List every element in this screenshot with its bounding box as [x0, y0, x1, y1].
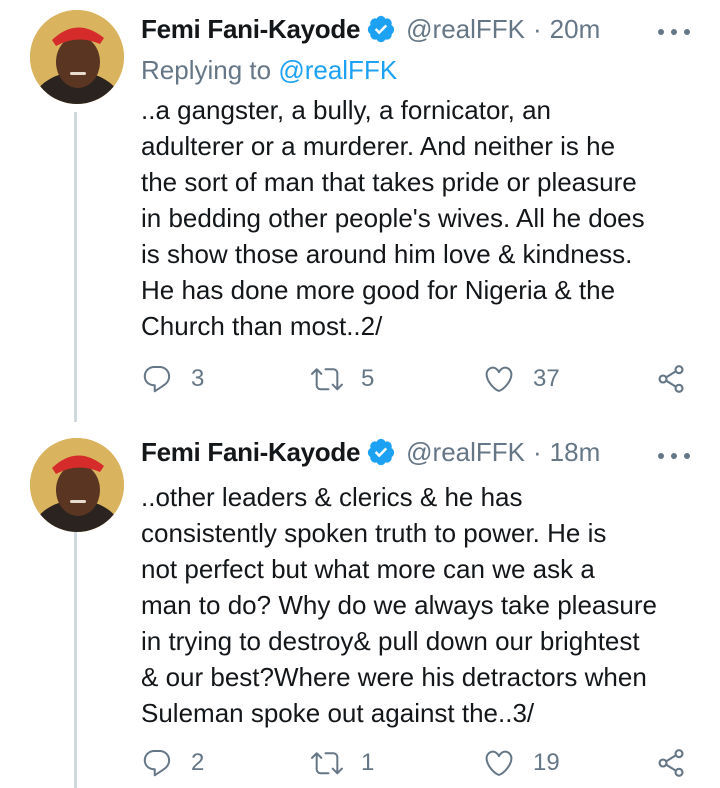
like-icon: [485, 750, 513, 776]
avatar[interactable]: [30, 10, 124, 104]
reply-button[interactable]: 3: [141, 362, 204, 396]
replying-to-label: Replying to: [141, 55, 272, 85]
reply-icon: [143, 749, 171, 777]
more-icon[interactable]: [658, 22, 690, 42]
replying-to: Replying to @realFFK: [141, 55, 397, 86]
tweet-text-line: not perfect but what more can we ask a: [141, 554, 595, 584]
timestamp[interactable]: 20m: [550, 14, 601, 45]
retweet-count: 5: [361, 365, 375, 392]
thread-line: [74, 526, 77, 788]
tweet-header: Femi Fani-Kayode @realFFK · 18m: [141, 435, 600, 469]
thread-line: [74, 112, 77, 422]
share-icon: [658, 365, 684, 393]
avatar-image: [30, 10, 124, 104]
tweet-text-line: ..a gangster, a bully, a fornicator, an: [141, 95, 551, 125]
like-icon: [485, 366, 513, 392]
verified-badge-icon: [366, 437, 396, 467]
like-button[interactable]: 37: [483, 362, 560, 396]
tweet-text: ..other leaders & clerics & he has consi…: [141, 479, 701, 731]
separator: ·: [533, 13, 542, 44]
tweet-text-line: Suleman spoke out against the..3/: [141, 698, 535, 728]
separator: ·: [533, 436, 542, 467]
tweet-actions: 3 5 37: [141, 362, 691, 396]
avatar[interactable]: [30, 438, 124, 532]
tweet-text-line: He has done more good for Nigeria & the: [141, 275, 616, 305]
author-name[interactable]: Femi Fani-Kayode: [141, 437, 360, 468]
share-button[interactable]: [655, 746, 687, 780]
reply-button[interactable]: 2: [141, 746, 204, 780]
tweet-text-line: in bedding other people's wives. All he …: [141, 203, 645, 233]
tweet-text-line: is show those around him love & kindness…: [141, 239, 633, 269]
tweet-text-line: man to do? Why do we always take pleasur…: [141, 590, 657, 620]
avatar-image: [30, 438, 124, 532]
tweet-text-line: Church than most..2/: [141, 311, 383, 341]
retweet-button[interactable]: 1: [311, 746, 374, 780]
retweet-count: 1: [361, 749, 375, 776]
tweet-text-line: & our best?Where were his detractors whe…: [141, 662, 647, 692]
tweet-text: ..a gangster, a bully, a fornicator, an …: [141, 92, 701, 344]
tweet-text-line: ..other leaders & clerics & he has: [141, 482, 523, 512]
retweet-button[interactable]: 5: [311, 362, 374, 396]
tweet-actions: 2 1 19: [141, 746, 691, 780]
tweet-text-line: consistently spoken truth to power. He i…: [141, 518, 607, 548]
tweet[interactable]: Femi Fani-Kayode @realFFK · 20m Replying…: [0, 0, 720, 422]
author-name[interactable]: Femi Fani-Kayode: [141, 14, 360, 45]
like-count: 19: [533, 749, 560, 776]
tweet-header: Femi Fani-Kayode @realFFK · 20m: [141, 12, 600, 46]
like-button[interactable]: 19: [483, 746, 560, 780]
retweet-icon: [311, 752, 343, 775]
reply-count: 2: [191, 749, 205, 776]
tweet-text-line: adulterer or a murderer. And neither is …: [141, 131, 616, 161]
author-handle[interactable]: @realFFK: [406, 14, 525, 45]
retweet-icon: [311, 368, 343, 391]
tweet-text-line: the sort of man that takes pride or plea…: [141, 167, 637, 197]
share-button[interactable]: [655, 362, 687, 396]
share-icon: [658, 749, 684, 777]
author-handle[interactable]: @realFFK: [406, 437, 525, 468]
reply-count: 3: [191, 365, 205, 392]
tweet[interactable]: Femi Fani-Kayode @realFFK · 18m ..other …: [0, 422, 720, 788]
reply-icon: [143, 365, 171, 393]
more-icon[interactable]: [658, 446, 690, 466]
timestamp[interactable]: 18m: [550, 437, 601, 468]
like-count: 37: [533, 365, 560, 392]
verified-badge-icon: [366, 14, 396, 44]
tweet-text-line: in trying to destroy& pull down our brig…: [141, 626, 640, 656]
replying-to-link[interactable]: @realFFK: [278, 55, 397, 85]
